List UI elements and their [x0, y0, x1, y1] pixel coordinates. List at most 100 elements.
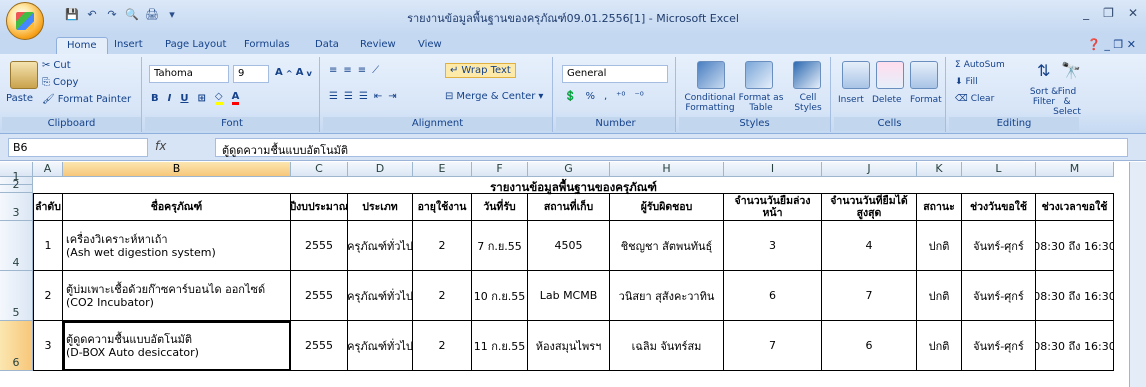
- table-cell[interactable]: ครุภัณฑ์ทั่วไป: [348, 221, 413, 271]
- sheet-title[interactable]: รายงานข้อมูลพื้นฐานของครุภัณฑ์: [33, 179, 1114, 194]
- font-color-icon[interactable]: A: [231, 91, 240, 105]
- table-cell[interactable]: 4: [822, 221, 917, 271]
- format-table-icon[interactable]: [745, 61, 773, 89]
- tab-home[interactable]: Home: [56, 37, 108, 54]
- header-cell[interactable]: จำนวนวันยืมล่วงหน้า: [724, 193, 822, 221]
- active-cell[interactable]: ตู้ดูดความชื้นแบบอัตโนมัติ (D-BOX Auto d…: [63, 321, 291, 371]
- conditional-formatting-button[interactable]: Conditional Formatting: [679, 93, 741, 113]
- column-header-j[interactable]: J: [822, 162, 917, 177]
- increase-decimal-icon[interactable]: ⁺⁰: [616, 91, 625, 102]
- copy-button[interactable]: ⎘ Copy: [42, 77, 78, 88]
- vertical-scrollbar[interactable]: [1129, 162, 1146, 387]
- paste-icon[interactable]: [10, 61, 38, 89]
- header-cell[interactable]: ผู้รับผิดชอบ: [610, 193, 724, 221]
- table-cell[interactable]: ตู้บ่มเพาะเชื้อด้วยก๊าซคาร์บอนได ออกไซด์…: [63, 271, 291, 321]
- cell-styles-button[interactable]: Cell Styles: [787, 93, 829, 113]
- sort-filter-icon[interactable]: ⇅: [1037, 61, 1050, 80]
- row-header-5[interactable]: 5: [0, 271, 33, 321]
- table-cell[interactable]: 6: [724, 271, 822, 321]
- column-header-d[interactable]: D: [348, 162, 413, 177]
- font-name-combo[interactable]: Tahoma: [149, 65, 229, 83]
- table-cell[interactable]: 4505: [528, 221, 610, 271]
- currency-icon[interactable]: 💲: [564, 91, 576, 102]
- table-cell[interactable]: 6: [822, 321, 917, 371]
- table-cell[interactable]: 3: [724, 221, 822, 271]
- column-header-k[interactable]: K: [917, 162, 962, 177]
- fx-icon[interactable]: fx: [155, 139, 166, 153]
- header-cell[interactable]: ชื่อครุภัณฑ์: [63, 193, 291, 221]
- table-cell[interactable]: ครุภัณฑ์ทั่วไป: [348, 271, 413, 321]
- table-cell[interactable]: 1: [33, 221, 63, 271]
- cell-styles-icon[interactable]: [793, 61, 821, 89]
- format-button[interactable]: Format: [910, 95, 942, 105]
- fill-button[interactable]: ⬇ Fill: [955, 77, 978, 87]
- format-painter-button[interactable]: 🖌 Format Painter: [42, 94, 131, 105]
- align-top-icon[interactable]: ≡: [329, 65, 337, 76]
- column-header-m[interactable]: M: [1036, 162, 1114, 177]
- table-cell[interactable]: 7 ก.ย.55: [472, 221, 528, 271]
- table-cell[interactable]: ปกติ: [917, 271, 962, 321]
- table-cell[interactable]: วนิสยา สุสังคะวาทิน: [610, 271, 724, 321]
- table-cell[interactable]: จันทร์-ศุกร์: [962, 271, 1036, 321]
- table-cell[interactable]: 7: [724, 321, 822, 371]
- autosum-button[interactable]: Σ AutoSum: [955, 60, 1005, 70]
- header-cell[interactable]: อายุใช้งาน: [413, 193, 472, 221]
- underline-icon[interactable]: U: [180, 93, 188, 104]
- comma-button[interactable]: ,: [604, 91, 607, 102]
- wrap-text-button[interactable]: ↵ Wrap Text: [445, 63, 516, 78]
- find-select-button[interactable]: Find & Select: [1053, 87, 1081, 117]
- table-cell[interactable]: เฉลิม จันทร์สม: [610, 321, 724, 371]
- column-header-i[interactable]: I: [724, 162, 822, 177]
- table-cell[interactable]: 2555: [291, 221, 348, 271]
- minimize-button[interactable]: _: [1083, 6, 1089, 20]
- table-cell[interactable]: ห้องสมุนไพรฯ: [528, 321, 610, 371]
- row-header-3[interactable]: 3: [0, 193, 33, 221]
- format-as-table-button[interactable]: Format as Table: [735, 93, 787, 113]
- close-button[interactable]: ✕: [1128, 6, 1138, 20]
- table-cell[interactable]: 11 ก.ย.55: [472, 321, 528, 371]
- column-header-a[interactable]: A: [33, 162, 63, 177]
- maximize-button[interactable]: ❐: [1103, 6, 1114, 20]
- table-cell[interactable]: จันทร์-ศุกร์: [962, 221, 1036, 271]
- header-cell[interactable]: สถานะ: [917, 193, 962, 221]
- align-bottom-icon[interactable]: ≡: [358, 65, 366, 76]
- table-cell[interactable]: เครื่องวิเคราะห์หาเถ้า (Ash wet digestio…: [63, 221, 291, 271]
- table-cell[interactable]: 7: [822, 271, 917, 321]
- delete-cells-icon[interactable]: [876, 61, 904, 89]
- clear-button[interactable]: ⌫ Clear: [955, 94, 994, 104]
- column-header-b[interactable]: B: [63, 162, 291, 177]
- name-box[interactable]: B6: [8, 138, 148, 157]
- row-header-6[interactable]: 6: [0, 321, 33, 371]
- table-cell[interactable]: 2555: [291, 271, 348, 321]
- grow-font-icon[interactable]: A ^ Av: [275, 67, 312, 78]
- find-select-icon[interactable]: 🔭: [1061, 61, 1081, 80]
- number-format-combo[interactable]: General: [562, 65, 668, 83]
- percent-button[interactable]: %: [585, 91, 595, 102]
- bold-icon[interactable]: B: [151, 93, 159, 104]
- align-center-icon[interactable]: ☰: [344, 91, 353, 102]
- tab-insert[interactable]: Insert: [104, 37, 153, 54]
- align-left-icon[interactable]: ☰: [329, 91, 338, 102]
- merge-center-button[interactable]: ⊟ Merge & Center ▾: [445, 91, 543, 102]
- italic-icon[interactable]: I: [168, 93, 172, 104]
- increase-indent-icon[interactable]: ⇥: [388, 91, 396, 102]
- table-cell[interactable]: ครุภัณฑ์ทั่วไป: [348, 321, 413, 371]
- fill-color-icon[interactable]: ◇: [214, 91, 223, 105]
- align-right-icon[interactable]: ☰: [359, 91, 368, 102]
- table-cell[interactable]: 10 ก.ย.55: [472, 271, 528, 321]
- paste-button[interactable]: Paste: [6, 93, 33, 104]
- row-header-4[interactable]: 4: [0, 221, 33, 271]
- column-header-e[interactable]: E: [413, 162, 472, 177]
- header-cell[interactable]: สถานที่เก็บ: [528, 193, 610, 221]
- table-cell[interactable]: ปกติ: [917, 221, 962, 271]
- insert-button[interactable]: Insert: [838, 95, 864, 105]
- table-cell[interactable]: จันทร์-ศุกร์: [962, 321, 1036, 371]
- borders-icon[interactable]: ⊞: [197, 93, 205, 104]
- column-header-l[interactable]: L: [962, 162, 1036, 177]
- header-cell[interactable]: ปีงบประมาณ: [291, 193, 348, 221]
- table-cell[interactable]: 08:30 ถึง 16:30: [1036, 221, 1114, 271]
- column-header-c[interactable]: C: [291, 162, 348, 177]
- table-cell[interactable]: 08:30 ถึง 16:30: [1036, 271, 1114, 321]
- cut-button[interactable]: ✂ Cut: [42, 60, 71, 71]
- font-size-combo[interactable]: 9: [233, 65, 269, 83]
